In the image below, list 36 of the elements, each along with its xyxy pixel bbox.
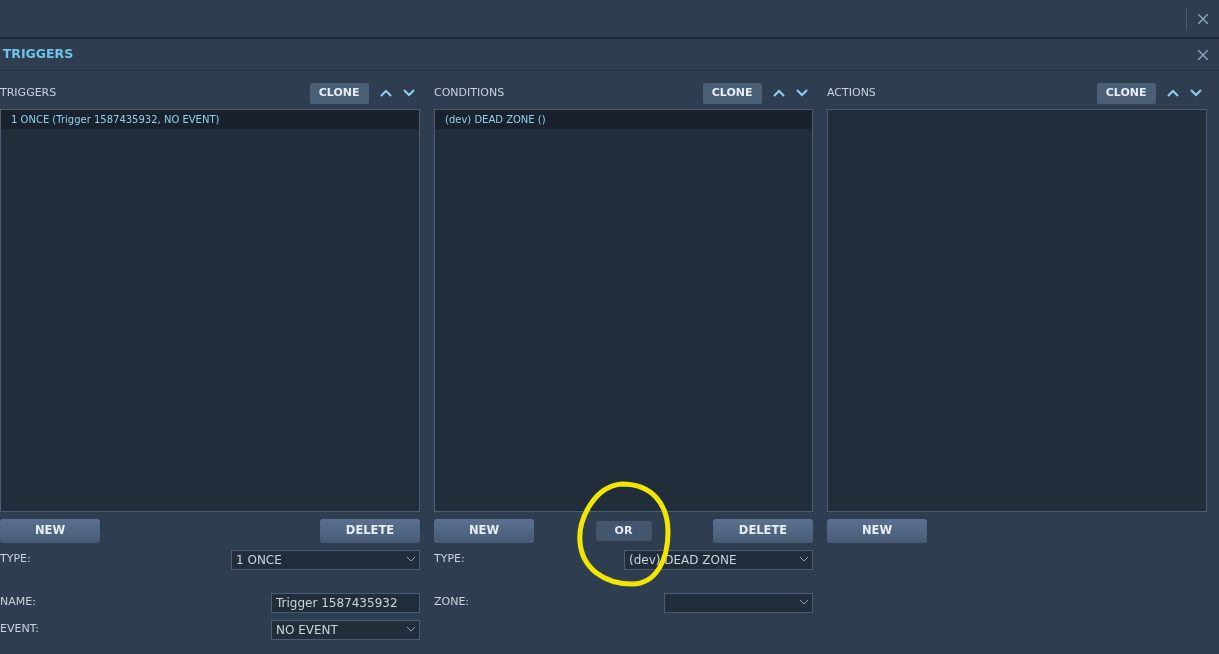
input-field[interactable]: Trigger 1587435932 [271, 592, 420, 613]
move-down-icon[interactable] [402, 89, 415, 98]
move-down-icon[interactable] [1189, 89, 1202, 98]
panel-title: CONDITIONS [434, 85, 505, 101]
field-label: EVENT: [0, 621, 39, 638]
window-title: TRIGGERS [2, 45, 74, 64]
dropdown[interactable]: 1 ONCE [231, 549, 420, 570]
list-item[interactable]: 1 ONCE (Trigger 1587435932, NO EVENT) [1, 109, 419, 129]
new-button[interactable]: NEW [0, 519, 100, 543]
new-button[interactable]: NEW [827, 519, 927, 543]
new-button[interactable]: NEW [434, 519, 534, 543]
field-label: TYPE: [0, 551, 31, 568]
delete-button[interactable]: DELETE [320, 519, 420, 543]
field-label: NAME: [0, 594, 36, 611]
caret-icon [407, 627, 415, 632]
dropdown[interactable]: (dev) DEAD ZONE [624, 549, 813, 570]
caret-icon [800, 600, 808, 605]
close-icon[interactable] [1198, 49, 1208, 60]
caret-icon [800, 557, 808, 562]
dropdown[interactable]: NO EVENT [271, 619, 420, 640]
clone-button[interactable]: CLONE [309, 83, 369, 104]
move-up-icon[interactable] [1166, 89, 1179, 98]
field-label: ZONE: [434, 594, 470, 611]
move-up-icon[interactable] [379, 89, 392, 98]
panel-title: TRIGGERS [0, 85, 57, 101]
field-label: TYPE: [434, 551, 465, 568]
panel-title: ACTIONS [827, 85, 876, 101]
caret-icon [407, 557, 415, 562]
clone-button[interactable]: CLONE [1096, 83, 1156, 104]
move-up-icon[interactable] [772, 89, 785, 98]
move-down-icon[interactable] [795, 89, 808, 98]
list-item[interactable]: (dev) DEAD ZONE () [435, 109, 812, 129]
delete-button[interactable]: DELETE [713, 519, 813, 543]
clone-button[interactable]: CLONE [702, 83, 762, 104]
or-button[interactable]: OR [595, 521, 652, 541]
close-icon[interactable] [1198, 13, 1208, 24]
